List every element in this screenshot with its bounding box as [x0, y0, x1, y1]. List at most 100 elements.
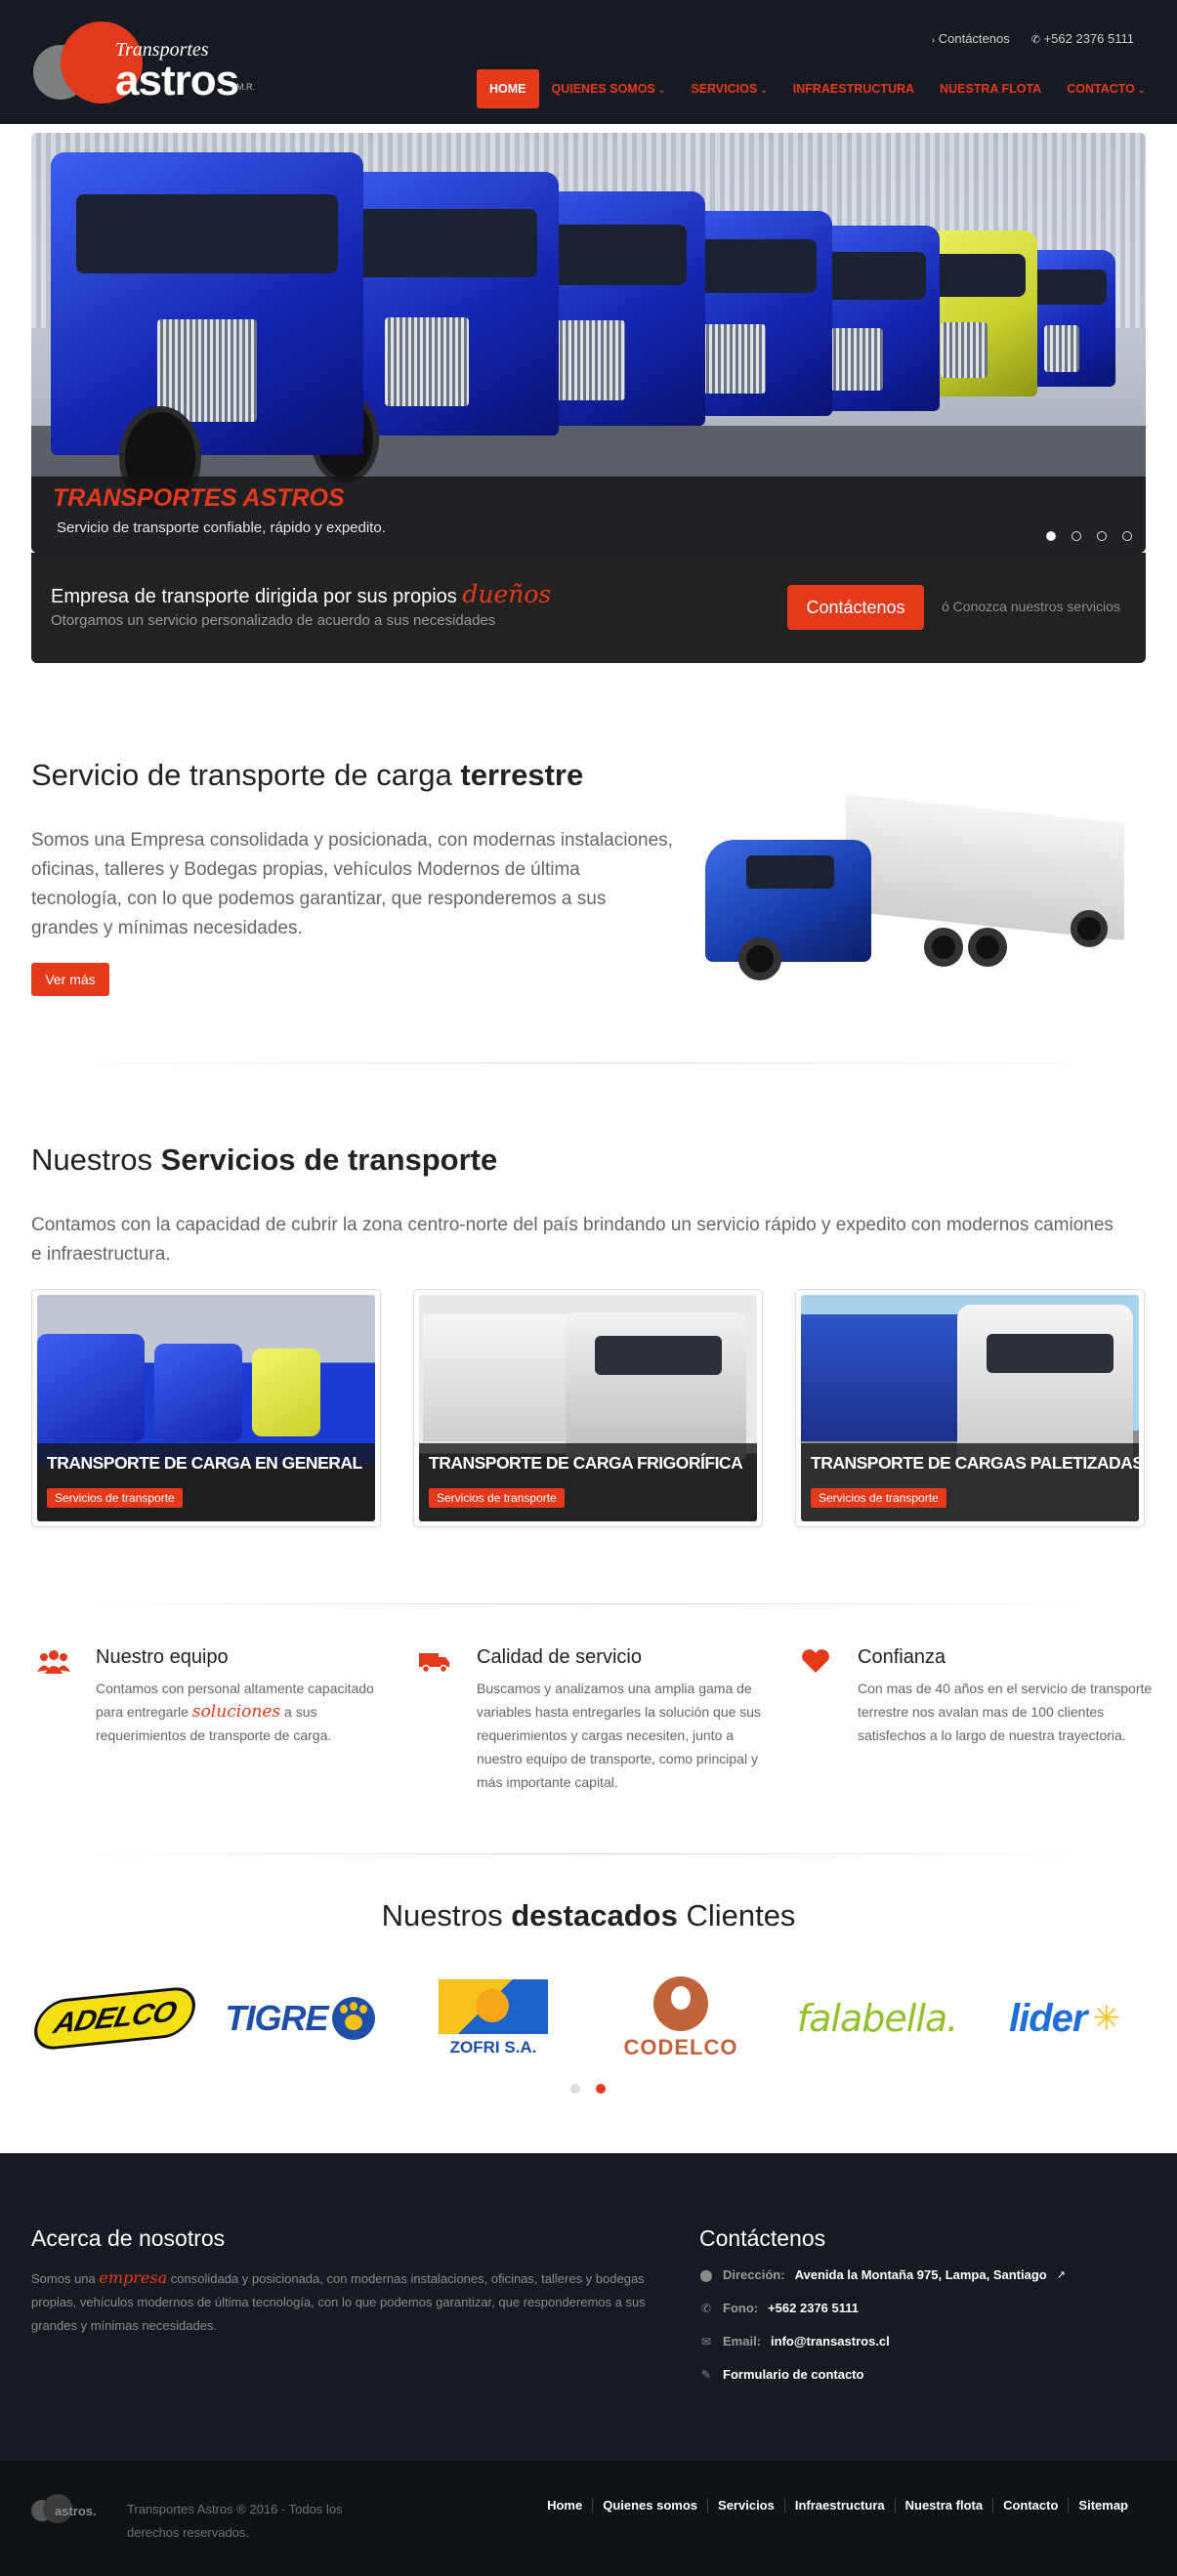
- top-phone[interactable]: ✆ +562 2376 5111: [1031, 31, 1134, 46]
- clients-title-b: Clientes: [686, 1898, 796, 1932]
- intro-text: Somos una Empresa consolidada y posicion…: [31, 830, 673, 938]
- cta-heading-hand: dueños: [462, 580, 552, 608]
- nav-nuestra-flota-label: NUESTRA FLOTA: [940, 82, 1042, 96]
- slide-title: TRANSPORTES ASTROS: [53, 484, 345, 512]
- feature-text: Contamos con personal altamente capacita…: [96, 1677, 399, 1747]
- card-tag[interactable]: Servicios de transporte: [47, 1488, 183, 1508]
- cab: [957, 1305, 1133, 1461]
- card-title: TRANSPORTE DE CARGA FRIGORÍFICA: [429, 1453, 743, 1473]
- external-link-icon[interactable]: ↗: [1057, 2268, 1066, 2281]
- chevron-right-icon: ›: [931, 35, 936, 46]
- codelco-emblem: [653, 1976, 708, 2031]
- divider: [31, 1853, 1146, 1854]
- nav-nuestra-flota[interactable]: NUESTRA FLOTA: [927, 69, 1054, 108]
- cta-heading-text: Empresa de transporte dirigida por sus p…: [51, 586, 457, 607]
- top-phone-label: +562 2376 5111: [1043, 31, 1134, 46]
- email-value[interactable]: info@transastros.cl: [771, 2334, 890, 2348]
- heart-icon: [799, 1648, 832, 1674]
- feature-text: Con mas de 40 años en el servicio de tra…: [858, 1681, 1153, 1743]
- card-label: TRANSPORTE DE CARGA FRIGORÍFICA Servicio…: [419, 1443, 757, 1521]
- logo-wordmark: astros: [115, 57, 239, 104]
- clients-title-a: Nuestros: [381, 1898, 503, 1932]
- footer-logo[interactable]: astros.: [31, 2490, 100, 2529]
- nav-servicios-label: SERVICIOS: [691, 82, 758, 96]
- copyright: Transportes Astros ® 2016 - Todos los de…: [127, 2502, 343, 2540]
- cab-window: [987, 1334, 1114, 1373]
- site-footer: Acerca de nosotros Somos una empresa con…: [0, 2153, 1177, 2461]
- card-label: TRANSPORTE DE CARGA EN GENERAL Servicios…: [37, 1443, 375, 1521]
- address-value[interactable]: Avenida la Montaña 975, Lampa, Santiago: [795, 2267, 1047, 2282]
- footer-link-contacto[interactable]: Contacto: [992, 2498, 1068, 2513]
- nav-infraestructura-label: INFRAESTRUCTURA: [792, 82, 915, 96]
- services-text: Contamos con la capacidad de cubrir la z…: [31, 1215, 1114, 1265]
- wheel: [1071, 910, 1108, 947]
- slider-dot[interactable]: [1097, 531, 1107, 541]
- client-logo-adelco[interactable]: ADELCO: [28, 1974, 200, 2062]
- footer-link-infraestructura[interactable]: Infraestructura: [783, 2498, 895, 2513]
- slider-dot[interactable]: [1122, 531, 1132, 541]
- cab: [566, 1312, 746, 1459]
- slider-dot[interactable]: [1072, 531, 1081, 541]
- service-card-general[interactable]: TRANSPORTE DE CARGA EN GENERAL Servicios…: [31, 1289, 381, 1527]
- cta-contact-button[interactable]: Contáctenos: [787, 585, 924, 630]
- trailer: [801, 1314, 967, 1441]
- hero-slider[interactable]: TRANSPORTES ASTROS Servicio de transport…: [31, 133, 1146, 553]
- truck-image: [51, 152, 363, 510]
- card-tag[interactable]: Servicios de transporte: [811, 1488, 946, 1508]
- clients-title: Nuestros destacados Clientes: [0, 1898, 1177, 1933]
- card-image: TRANSPORTE DE CARGAS PALETIZADAS Servici…: [801, 1295, 1139, 1521]
- feature-title: Nuestro equipo: [96, 1646, 229, 1668]
- service-card-frigorifica[interactable]: TRANSPORTE DE CARGA FRIGORÍFICA Servicio…: [413, 1289, 763, 1527]
- nav-infraestructura[interactable]: INFRAESTRUCTURA: [780, 69, 927, 108]
- card-tag[interactable]: Servicios de transporte: [429, 1488, 565, 1508]
- footer-link-servicios[interactable]: Servicios: [707, 2498, 784, 2513]
- users-icon: [37, 1648, 70, 1674]
- card-image: TRANSPORTE DE CARGA EN GENERAL Servicios…: [37, 1295, 375, 1521]
- footer-link-home[interactable]: Home: [537, 2498, 592, 2513]
- chevron-down-icon: ⌄: [1137, 85, 1146, 95]
- truck-image: [252, 1349, 320, 1436]
- client-logo-lider[interactable]: lider ✳: [977, 1974, 1153, 2062]
- intro-title-bold: terrestre: [460, 758, 584, 792]
- slider-dot[interactable]: [1046, 531, 1056, 541]
- email-label: Email:: [723, 2334, 762, 2348]
- footer-about-text: Somos una empresa consolidada y posicion…: [31, 2266, 656, 2338]
- service-card-paletizadas[interactable]: TRANSPORTE DE CARGAS PALETIZADAS Servici…: [795, 1289, 1145, 1527]
- main-nav: HOME QUIENES SOMOS ⌄ SERVICIOS ⌄ INFRAESTR…: [477, 69, 1157, 108]
- nav-servicios[interactable]: SERVICIOS ⌄: [678, 69, 779, 108]
- feature-title: Calidad de servicio: [477, 1646, 642, 1668]
- divider: [31, 1062, 1146, 1063]
- logo-registered: M.R.: [236, 82, 255, 92]
- footer-link-nuestra-flota[interactable]: Nuestra flota: [894, 2498, 992, 2513]
- client-logo-codelco[interactable]: CODELCO: [598, 1974, 764, 2062]
- footer-link-sitemap[interactable]: Sitemap: [1068, 2498, 1138, 2513]
- top-contact-label: Contáctenos: [938, 31, 1010, 46]
- nav-home-label: HOME: [489, 82, 526, 96]
- footer-address: ⬤ Dirección: Avenida la Montaña 975, Lam…: [699, 2267, 1066, 2282]
- footer-link-quienes-somos[interactable]: Quienes somos: [592, 2498, 707, 2513]
- site-logo[interactable]: Transportes astros M.R.: [33, 21, 258, 104]
- nav-quienes-somos[interactable]: QUIENES SOMOS ⌄: [539, 69, 679, 108]
- client-logo-zofri[interactable]: ZOFRI S.A.: [410, 1974, 576, 2062]
- clients-dot[interactable]: [596, 2084, 606, 2094]
- feature-text: Buscamos y analizamos una amplia gama de…: [477, 1681, 762, 1790]
- nav-home[interactable]: HOME: [477, 69, 539, 108]
- clients-title-bold: destacados: [511, 1898, 678, 1932]
- nav-contacto[interactable]: CONTACTO ⌄: [1054, 69, 1157, 108]
- slide-subtitle: Servicio de transporte confiable, rápido…: [57, 519, 386, 536]
- wheel: [924, 928, 963, 967]
- client-logo-falabella[interactable]: falabella.: [789, 1974, 965, 2062]
- cta-services-link[interactable]: ó Conozca nuestros servicios: [942, 599, 1120, 614]
- clients-dot[interactable]: [570, 2084, 580, 2094]
- site-header: Transportes astros M.R. › Contáctenos ✆ …: [0, 0, 1177, 124]
- adelco-logo: ADELCO: [28, 1984, 200, 2053]
- top-contact-link[interactable]: › Contáctenos: [932, 31, 1010, 46]
- ver-mas-button[interactable]: Ver más: [31, 963, 109, 996]
- spark-icon: ✳: [1092, 2000, 1120, 2037]
- client-logo-tigre[interactable]: TIGRE: [217, 1974, 383, 2062]
- footer-email: ✉ Email: info@transastros.cl: [699, 2334, 890, 2348]
- footer-form-link[interactable]: ✎ Formulario de contacto: [699, 2367, 864, 2382]
- divider: [31, 1603, 1146, 1604]
- zofri-wordmark: ZOFRI S.A.: [449, 2038, 537, 2057]
- clients-dots: [570, 2084, 606, 2094]
